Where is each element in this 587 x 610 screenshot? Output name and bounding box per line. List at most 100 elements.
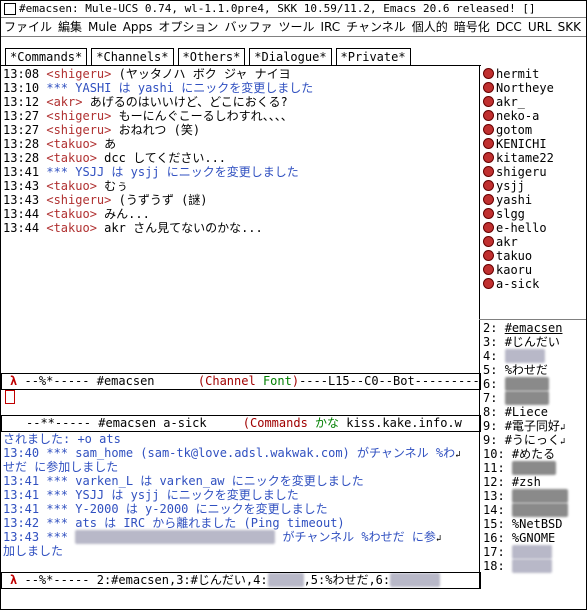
message-line: 13:27 <shigeru> もーにんぐこーるしわすれ、、、、 bbox=[3, 109, 293, 123]
menu-irc[interactable]: IRC bbox=[317, 18, 343, 36]
channel-item[interactable]: 11: bbox=[483, 461, 585, 475]
redacted-text bbox=[511, 559, 552, 573]
redacted-text bbox=[504, 377, 549, 391]
op-status-icon bbox=[483, 82, 494, 93]
message-line: 13:27 <shigeru> おねれつ (笑) bbox=[3, 123, 201, 137]
nick-item[interactable]: akr bbox=[483, 235, 585, 249]
message-line: 13:43 *** がチャンネル %わせだ に参↲ bbox=[3, 530, 442, 544]
channel-item[interactable]: 4: bbox=[483, 349, 585, 363]
channel-item[interactable]: 16: %GNOME bbox=[483, 531, 585, 545]
nick-item[interactable]: takuo bbox=[483, 249, 585, 263]
message-line: 13:43 <shigeru> (うずうず (謎) bbox=[3, 193, 208, 207]
nick-item[interactable]: yashi bbox=[483, 193, 585, 207]
channel-item[interactable]: 13: bbox=[483, 489, 585, 503]
menu-edit[interactable]: 編集 bbox=[55, 18, 85, 36]
nick-item[interactable]: a-sick bbox=[483, 277, 585, 291]
nick-item[interactable]: neko-a bbox=[483, 109, 585, 123]
message-line: せだ に参加しました bbox=[3, 460, 119, 474]
op-status-icon bbox=[483, 264, 494, 275]
op-status-icon bbox=[483, 152, 494, 163]
continuation-icon: ↲ bbox=[455, 450, 461, 460]
nick-item[interactable]: Northeye bbox=[483, 81, 585, 95]
message-line: 13:41 *** Y-2000 は y-2000 にニックを変更しました bbox=[3, 502, 328, 516]
channel-item[interactable]: 9: #うにっく↲ bbox=[483, 433, 585, 447]
window-divider[interactable] bbox=[479, 319, 586, 320]
op-status-icon bbox=[483, 236, 494, 247]
nick-item[interactable]: KENICHI bbox=[483, 137, 585, 151]
channel-item[interactable]: 14: bbox=[483, 503, 585, 517]
message-line: 13:28 <takuo> dcc してください... bbox=[3, 151, 227, 165]
continuation-icon: ↲ bbox=[559, 437, 566, 447]
channel-item[interactable]: 7: bbox=[483, 391, 585, 405]
op-status-icon bbox=[483, 180, 494, 191]
message-line: 13:08 <shigeru> (ヤッタノハ ボク ジャ ナイヨ bbox=[3, 67, 291, 81]
channel-pane[interactable]: 13:08 <shigeru> (ヤッタノハ ボク ジャ ナイヨ 13:10 *… bbox=[3, 67, 477, 367]
nick-item[interactable]: kaoru bbox=[483, 263, 585, 277]
nick-item[interactable]: akr_ bbox=[483, 95, 585, 109]
message-line: 13:41 *** YSJJ は ysjj にニックを変更しました bbox=[3, 165, 299, 179]
nick-item[interactable]: hermit bbox=[483, 67, 585, 81]
redacted-text bbox=[75, 530, 276, 544]
emacs-frame: #emacsen: Mule-UCS 0.74, wl-1.1.0pre4, S… bbox=[0, 0, 587, 610]
op-status-icon bbox=[483, 68, 494, 79]
channel-item[interactable]: 18: bbox=[483, 559, 585, 573]
nick-item[interactable]: gotom bbox=[483, 123, 585, 137]
continuation-icon: ↲ bbox=[559, 423, 566, 433]
channel-item[interactable]: 2: #emacsen bbox=[483, 321, 585, 335]
menu-options[interactable]: オプション bbox=[155, 18, 221, 36]
menu-mule[interactable]: Mule bbox=[85, 18, 120, 36]
channel-item[interactable]: 9: #電子同好↲ bbox=[483, 419, 585, 433]
nick-item[interactable]: ysjj bbox=[483, 179, 585, 193]
op-status-icon bbox=[483, 222, 494, 233]
window-menu-icon[interactable] bbox=[4, 3, 16, 15]
window-divider[interactable] bbox=[479, 65, 480, 589]
bottom-modeline[interactable]: λ --%*----- 2:#emacsen,3:#じんだい,4: ,5:%わせ… bbox=[1, 572, 481, 589]
redacted-text bbox=[504, 349, 545, 363]
channel-item[interactable]: 5: %わせだ bbox=[483, 363, 585, 377]
menu-skk[interactable]: SKK bbox=[555, 18, 584, 36]
nick-item[interactable]: slgg bbox=[483, 207, 585, 221]
message-line: 13:28 <takuo> あ bbox=[3, 137, 117, 151]
channel-item[interactable]: 17: bbox=[483, 545, 585, 559]
commands-modeline[interactable]: --**----- #emacsen a-sick (Commands かな k… bbox=[1, 415, 481, 432]
channel-modeline[interactable]: λ --%*----- #emacsen (Channel Font)----L… bbox=[1, 373, 481, 390]
redacted-text bbox=[511, 545, 552, 559]
redacted-text bbox=[390, 573, 441, 587]
message-line: されました: +o ats bbox=[3, 432, 121, 446]
channel-item[interactable]: 12: #zsh bbox=[483, 475, 585, 489]
menu-buffers[interactable]: バッファ bbox=[221, 18, 275, 36]
tab-private[interactable]: *Private* bbox=[335, 48, 411, 65]
tab-dialogue[interactable]: *Dialogue* bbox=[249, 48, 332, 65]
menu-file[interactable]: ファイル bbox=[1, 18, 55, 36]
tab-commands[interactable]: *Commands* bbox=[5, 48, 88, 65]
nick-item[interactable]: e-hello bbox=[483, 221, 585, 235]
commands-pane[interactable]: されました: +o ats 13:40 *** sam_home (sam-tk… bbox=[3, 432, 477, 558]
channel-list: 2: #emacsen 3: #じんだい 4: 5: %わせだ 6: 7: 8:… bbox=[483, 321, 585, 573]
channel-item[interactable]: 6: bbox=[483, 377, 585, 391]
menu-dcc[interactable]: DCC bbox=[493, 18, 525, 36]
op-status-icon bbox=[483, 124, 494, 135]
channel-item[interactable]: 8: #Liece bbox=[483, 405, 585, 419]
message-line: 13:40 *** sam_home (sam-tk@love.adsl.wak… bbox=[3, 446, 461, 460]
op-status-icon bbox=[483, 110, 494, 121]
menu-personal[interactable]: 個人的 bbox=[409, 18, 451, 36]
channel-item[interactable]: 10: #めたる bbox=[483, 447, 585, 461]
menu-tools[interactable]: ツール bbox=[275, 18, 317, 36]
menu-url[interactable]: URL bbox=[525, 18, 555, 36]
redacted-text bbox=[267, 573, 304, 587]
menu-channel[interactable]: チャンネル bbox=[343, 18, 409, 36]
text-cursor[interactable] bbox=[5, 390, 15, 404]
channel-item[interactable]: 15: %NetBSD bbox=[483, 517, 585, 531]
message-line: 13:42 *** ats は IRC から離れました (Ping timeou… bbox=[3, 516, 345, 530]
message-line: 加しました bbox=[3, 544, 64, 558]
tab-others[interactable]: *Others* bbox=[177, 48, 246, 65]
message-line: 13:43 <takuo> むぅ bbox=[3, 179, 129, 193]
window-titlebar: #emacsen: Mule-UCS 0.74, wl-1.1.0pre4, S… bbox=[1, 1, 586, 18]
nick-item[interactable]: shigeru bbox=[483, 165, 585, 179]
nick-item[interactable]: kitame22 bbox=[483, 151, 585, 165]
tab-channels[interactable]: *Channels* bbox=[91, 48, 174, 65]
channel-item[interactable]: 3: #じんだい bbox=[483, 335, 585, 349]
menu-crypto[interactable]: 暗号化 bbox=[451, 18, 493, 36]
window-title: #emacsen: Mule-UCS 0.74, wl-1.1.0pre4, S… bbox=[19, 2, 536, 15]
menu-apps[interactable]: Apps bbox=[120, 18, 156, 36]
